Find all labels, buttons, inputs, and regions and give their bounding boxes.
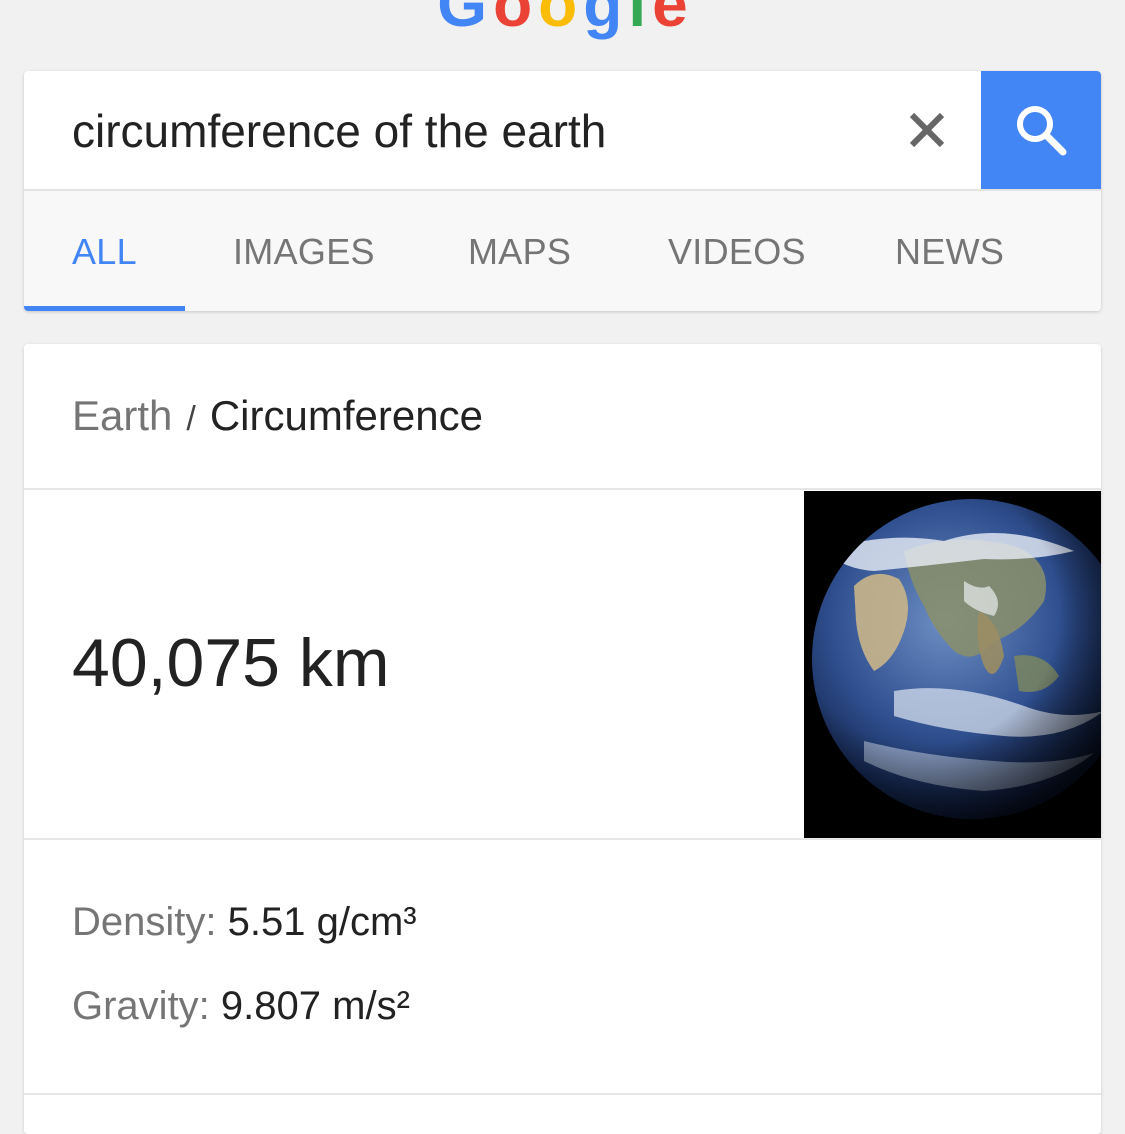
logo-letter: o (538, 0, 578, 40)
divider (24, 488, 1101, 490)
divider (24, 838, 1101, 840)
tab-images[interactable]: IMAGES (233, 191, 375, 311)
search-card: ALL IMAGES MAPS VIDEOS NEWS (24, 71, 1101, 311)
fact-label: Density: (72, 900, 217, 944)
active-tab-indicator (24, 306, 185, 311)
magnifier-icon (1017, 106, 1067, 156)
breadcrumb-parent-link[interactable]: Earth (72, 392, 172, 439)
tab-maps[interactable]: MAPS (468, 191, 571, 311)
fact-label: Gravity: (72, 984, 210, 1028)
logo-letter: o (493, 0, 533, 40)
breadcrumb-current: Circumference (209, 392, 483, 439)
tab-news[interactable]: NEWS (895, 191, 1004, 311)
search-tabs: ALL IMAGES MAPS VIDEOS NEWS (24, 191, 1101, 311)
close-icon (909, 112, 945, 148)
breadcrumb-separator: / (186, 400, 196, 438)
logo-letter: e (652, 0, 688, 40)
search-bar (24, 71, 1101, 191)
clear-search-button[interactable] (892, 95, 962, 165)
search-button[interactable] (981, 71, 1101, 189)
earth-image[interactable] (804, 491, 1101, 838)
earth-globe-icon (812, 499, 1101, 819)
fact-density: Density: 5.51 g/cm³ (72, 900, 417, 945)
logo-letter: l (628, 0, 647, 40)
answer-value: 40,075 km (72, 625, 390, 701)
fact-gravity: Gravity: 9.807 m/s² (72, 984, 410, 1029)
fact-value: 9.807 m/s² (220, 984, 410, 1028)
logo-letter: g (583, 0, 623, 40)
tab-all[interactable]: ALL (72, 191, 137, 311)
tab-videos[interactable]: VIDEOS (668, 191, 806, 311)
logo-letter: G (437, 0, 488, 40)
divider (24, 1093, 1101, 1095)
breadcrumb: Earth / Circumference (72, 392, 483, 440)
knowledge-card: Earth / Circumference 40,075 km Density:… (24, 344, 1101, 1134)
google-logo[interactable]: G o o g l e (0, 0, 1125, 40)
search-input[interactable] (72, 99, 872, 163)
fact-value: 5.51 g/cm³ (227, 900, 417, 944)
